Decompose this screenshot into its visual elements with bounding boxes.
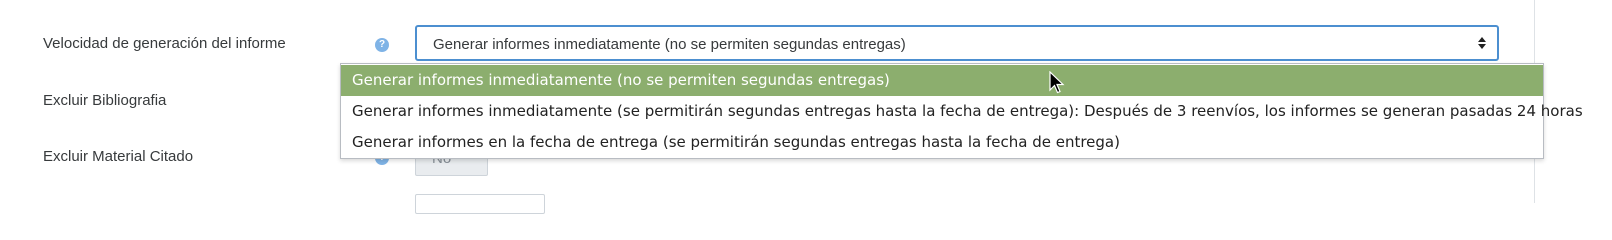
select-arrows-icon xyxy=(1478,37,1486,49)
report-speed-label: Velocidad de generación del informe xyxy=(43,35,286,52)
next-field-select[interactable] xyxy=(415,194,545,214)
dropdown-option[interactable]: Generar informes inmediatamente (se perm… xyxy=(341,96,1583,127)
exclude-quoted-label: Excluir Material Citado xyxy=(43,148,194,165)
report-speed-select[interactable]: Generar informes inmediatamente (no se p… xyxy=(415,25,1499,61)
mouse-pointer-icon xyxy=(1049,71,1065,94)
exclude-bibliography-label: Excluir Bibliografia xyxy=(43,92,167,109)
report-speed-dropdown-list: Generar informes inmediatamente (no se p… xyxy=(340,63,1583,159)
report-speed-select-value: Generar informes inmediatamente (no se p… xyxy=(433,36,906,53)
settings-form: Velocidad de generación del informe ? Ge… xyxy=(0,0,1612,214)
dropdown-option[interactable]: Generar informes inmediatamente (no se p… xyxy=(341,65,1543,96)
question-circle-icon[interactable]: ? xyxy=(375,38,389,52)
dropdown-option[interactable]: Generar informes en la fecha de entrega … xyxy=(341,127,1543,158)
